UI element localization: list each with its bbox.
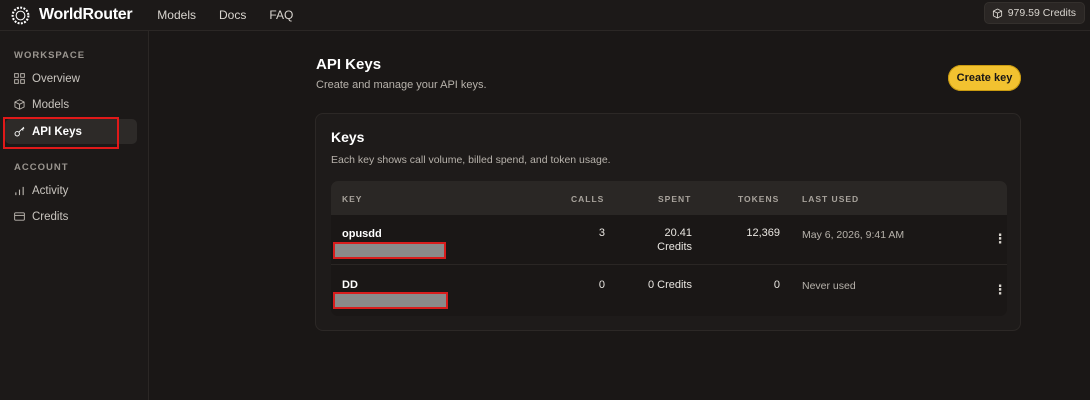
create-key-button[interactable]: Create key [948,65,1021,91]
column-header-spent: SPENT [658,194,692,204]
tokens-value: 0 [773,279,780,291]
page-subtitle: Create and manage your API keys. [316,79,487,91]
card-icon [14,211,25,222]
nav-docs[interactable]: Docs [219,8,246,22]
calls-value: 3 [598,227,605,239]
top-nav: Models Docs FAQ [157,8,316,22]
last-used-value: Never used [802,280,856,292]
key-name: opusdd [342,228,382,240]
masked-key-value [333,292,448,309]
table-row: DD 0 0 Credits 0 Never used ⋮ [331,266,1007,316]
sidebar-item-label: Models [32,98,70,111]
spent-value: 0 Credits [647,279,692,291]
spent-unit: Credits [657,241,692,253]
keys-table: KEY CALLS SPENT TOKENS LAST USED opusdd … [331,181,1007,316]
table-row: opusdd 3 20.41 Credits 12,369 May 6, 202… [331,215,1007,265]
nav-models[interactable]: Models [157,8,196,22]
sidebar: WORKSPACE Overview Models API Keys ACCOU… [0,31,149,400]
calls-value: 0 [598,279,605,291]
cube-icon [14,99,25,110]
section-label-workspace: WORKSPACE [14,50,86,61]
card-title: Keys [331,129,365,145]
section-label-account: ACCOUNT [14,162,69,173]
sidebar-item-label: Credits [32,210,69,223]
masked-key-value [333,242,446,259]
sidebar-item-activity[interactable]: Activity [5,178,137,203]
sidebar-item-label: Activity [32,184,69,197]
column-header-tokens: TOKENS [738,194,780,204]
key-icon [14,126,25,137]
grid-icon [14,73,25,84]
spent-value: 20.41 [664,227,692,239]
more-options-icon[interactable]: ⋮ [993,232,1007,247]
credits-balance[interactable]: 979.59 Credits [983,2,1085,24]
page-title: API Keys [316,56,382,73]
column-header-key: KEY [342,194,363,204]
column-header-last-used: LAST USED [802,194,860,204]
table-header: KEY CALLS SPENT TOKENS LAST USED [331,181,1007,215]
column-header-calls: CALLS [571,194,605,204]
card-subtitle: Each key shows call volume, billed spend… [331,154,611,166]
logo[interactable]: WorldRouter [10,5,133,26]
credits-label: 979.59 Credits [1007,7,1076,19]
tokens-value: 12,369 [746,227,780,239]
nav-faq[interactable]: FAQ [269,8,293,22]
last-used-value: May 6, 2026, 9:41 AM [802,229,905,241]
sidebar-item-models[interactable]: Models [5,92,137,117]
sidebar-item-label: Overview [32,72,80,85]
sidebar-item-label: API Keys [32,125,82,138]
top-bar: WorldRouter Models Docs FAQ 979.59 Credi… [0,0,1090,31]
app-name: WorldRouter [39,6,133,23]
keys-card: Keys Each key shows call volume, billed … [315,113,1021,331]
key-name: DD [342,279,358,291]
more-options-icon[interactable]: ⋮ [993,283,1007,298]
logo-icon [11,6,30,24]
sidebar-item-credits[interactable]: Credits [5,204,137,229]
sidebar-item-api-keys[interactable]: API Keys [5,119,137,144]
sidebar-item-overview[interactable]: Overview [5,66,137,91]
cube-icon [992,8,1002,18]
bar-chart-icon [14,185,25,196]
